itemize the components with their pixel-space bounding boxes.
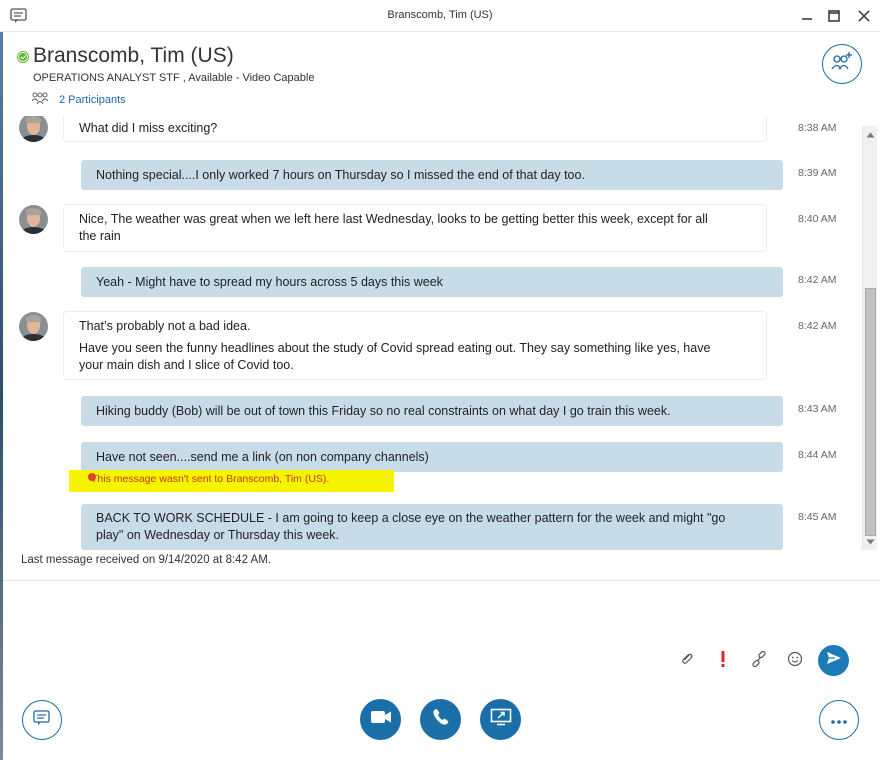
scroll-down-icon[interactable] bbox=[864, 535, 877, 548]
conversation-header: Branscomb, Tim (US) OPERATIONS ANALYST S… bbox=[3, 32, 880, 116]
message-time: 8:43 AM bbox=[798, 403, 837, 415]
message-text: Yeah - Might have to spread my hours acr… bbox=[96, 275, 443, 289]
message-time: 8:39 AM bbox=[798, 167, 837, 179]
video-camera-icon bbox=[370, 710, 392, 729]
message-time: 8:42 AM bbox=[798, 274, 837, 286]
compose-area bbox=[3, 580, 880, 680]
close-icon[interactable] bbox=[853, 6, 875, 26]
share-screen-button[interactable] bbox=[480, 699, 521, 740]
message-text: That’s probably not a bad idea. bbox=[79, 319, 251, 333]
more-options-button[interactable] bbox=[819, 700, 859, 740]
message-time: 8:44 AM bbox=[798, 449, 837, 461]
contact-title-status: OPERATIONS ANALYST STF , Available - Vid… bbox=[33, 72, 315, 84]
smiley-icon[interactable] bbox=[783, 647, 807, 671]
message-time: 8:42 AM bbox=[798, 320, 837, 332]
message-text: Hiking buddy (Bob) will be out of town t… bbox=[96, 404, 671, 418]
send-button[interactable] bbox=[818, 645, 849, 676]
last-message-status: Last message received on 9/14/2020 at 8:… bbox=[21, 554, 271, 566]
message-time: 8:40 AM bbox=[798, 213, 837, 225]
message-text: BACK TO WORK SCHEDULE - I am going to ke… bbox=[96, 511, 726, 525]
add-people-icon bbox=[830, 51, 854, 78]
error-icon bbox=[88, 473, 96, 481]
call-controls-bar bbox=[3, 686, 880, 760]
message-bubble-outgoing: Nothing special....I only worked 7 hours… bbox=[81, 160, 783, 190]
video-call-button[interactable] bbox=[360, 699, 401, 740]
people-icon bbox=[31, 92, 49, 109]
maximize-icon[interactable] bbox=[823, 6, 845, 26]
window-title: Branscomb, Tim (US) bbox=[387, 9, 493, 21]
failed-notice-text: This message wasn't sent to Branscomb, T… bbox=[91, 473, 330, 485]
participants-label: 2 Participants bbox=[59, 94, 126, 106]
message-bubble-incoming: What did I miss exciting? bbox=[64, 116, 766, 141]
chat-bubble-icon bbox=[33, 709, 51, 731]
message-text: Nice, The weather was great when we left… bbox=[79, 212, 708, 226]
message-bubble-outgoing: Hiking buddy (Bob) will be out of town t… bbox=[81, 396, 783, 426]
message-bubble-incoming: That’s probably not a bad idea. Have you… bbox=[64, 312, 766, 379]
message-bubble-incoming: Nice, The weather was great when we left… bbox=[64, 205, 766, 251]
message-text: your main dish and I slice of Covid too. bbox=[79, 358, 294, 372]
message-text: play" on Wednesday or Thursday this week… bbox=[96, 528, 339, 542]
title-bar: Branscomb, Tim (US) bbox=[0, 0, 880, 32]
message-bubble-outgoing: BACK TO WORK SCHEDULE - I am going to ke… bbox=[81, 504, 783, 550]
contact-name[interactable]: Branscomb, Tim (US) bbox=[33, 44, 234, 68]
participants-link[interactable]: 2 Participants bbox=[31, 91, 126, 109]
avatar bbox=[19, 312, 48, 341]
avatar bbox=[19, 116, 48, 142]
message-text: Have not seen....send me a link (on non … bbox=[96, 450, 429, 464]
message-bubble-outgoing: Yeah - Might have to spread my hours acr… bbox=[81, 267, 783, 297]
present-screen-icon bbox=[490, 708, 512, 731]
audio-call-button[interactable] bbox=[420, 699, 461, 740]
message-bubble-outgoing: Have not seen....send me a link (on non … bbox=[81, 442, 783, 472]
message-time: 8:45 AM bbox=[798, 511, 837, 523]
phone-icon bbox=[432, 708, 450, 731]
conversation-history[interactable]: What did I miss exciting? 8:38 AM Nothin… bbox=[3, 116, 880, 552]
message-text: the rain bbox=[79, 229, 121, 243]
scroll-up-icon[interactable] bbox=[864, 128, 877, 141]
im-button[interactable] bbox=[22, 700, 62, 740]
exclamation-icon[interactable] bbox=[711, 647, 735, 671]
message-text: What did I miss exciting? bbox=[79, 121, 218, 135]
conversation-scrollbar[interactable] bbox=[862, 126, 877, 550]
message-text: Have you seen the funny headlines about … bbox=[79, 341, 711, 355]
send-icon bbox=[826, 651, 842, 670]
add-people-button[interactable] bbox=[822, 44, 862, 84]
presence-available-icon bbox=[18, 52, 28, 62]
message-not-sent-notice: This message wasn't sent to Branscomb, T… bbox=[69, 470, 394, 492]
avatar bbox=[19, 205, 48, 234]
paperclip-icon[interactable] bbox=[675, 647, 699, 671]
message-input[interactable] bbox=[13, 589, 853, 639]
message-text: Nothing special....I only worked 7 hours… bbox=[96, 168, 585, 182]
link-icon[interactable] bbox=[747, 647, 771, 671]
compose-toolbar bbox=[675, 647, 807, 671]
message-time: 8:38 AM bbox=[798, 122, 837, 134]
scrollbar-thumb[interactable] bbox=[865, 288, 876, 536]
more-options-icon bbox=[830, 711, 848, 729]
minimize-icon[interactable] bbox=[796, 6, 818, 26]
